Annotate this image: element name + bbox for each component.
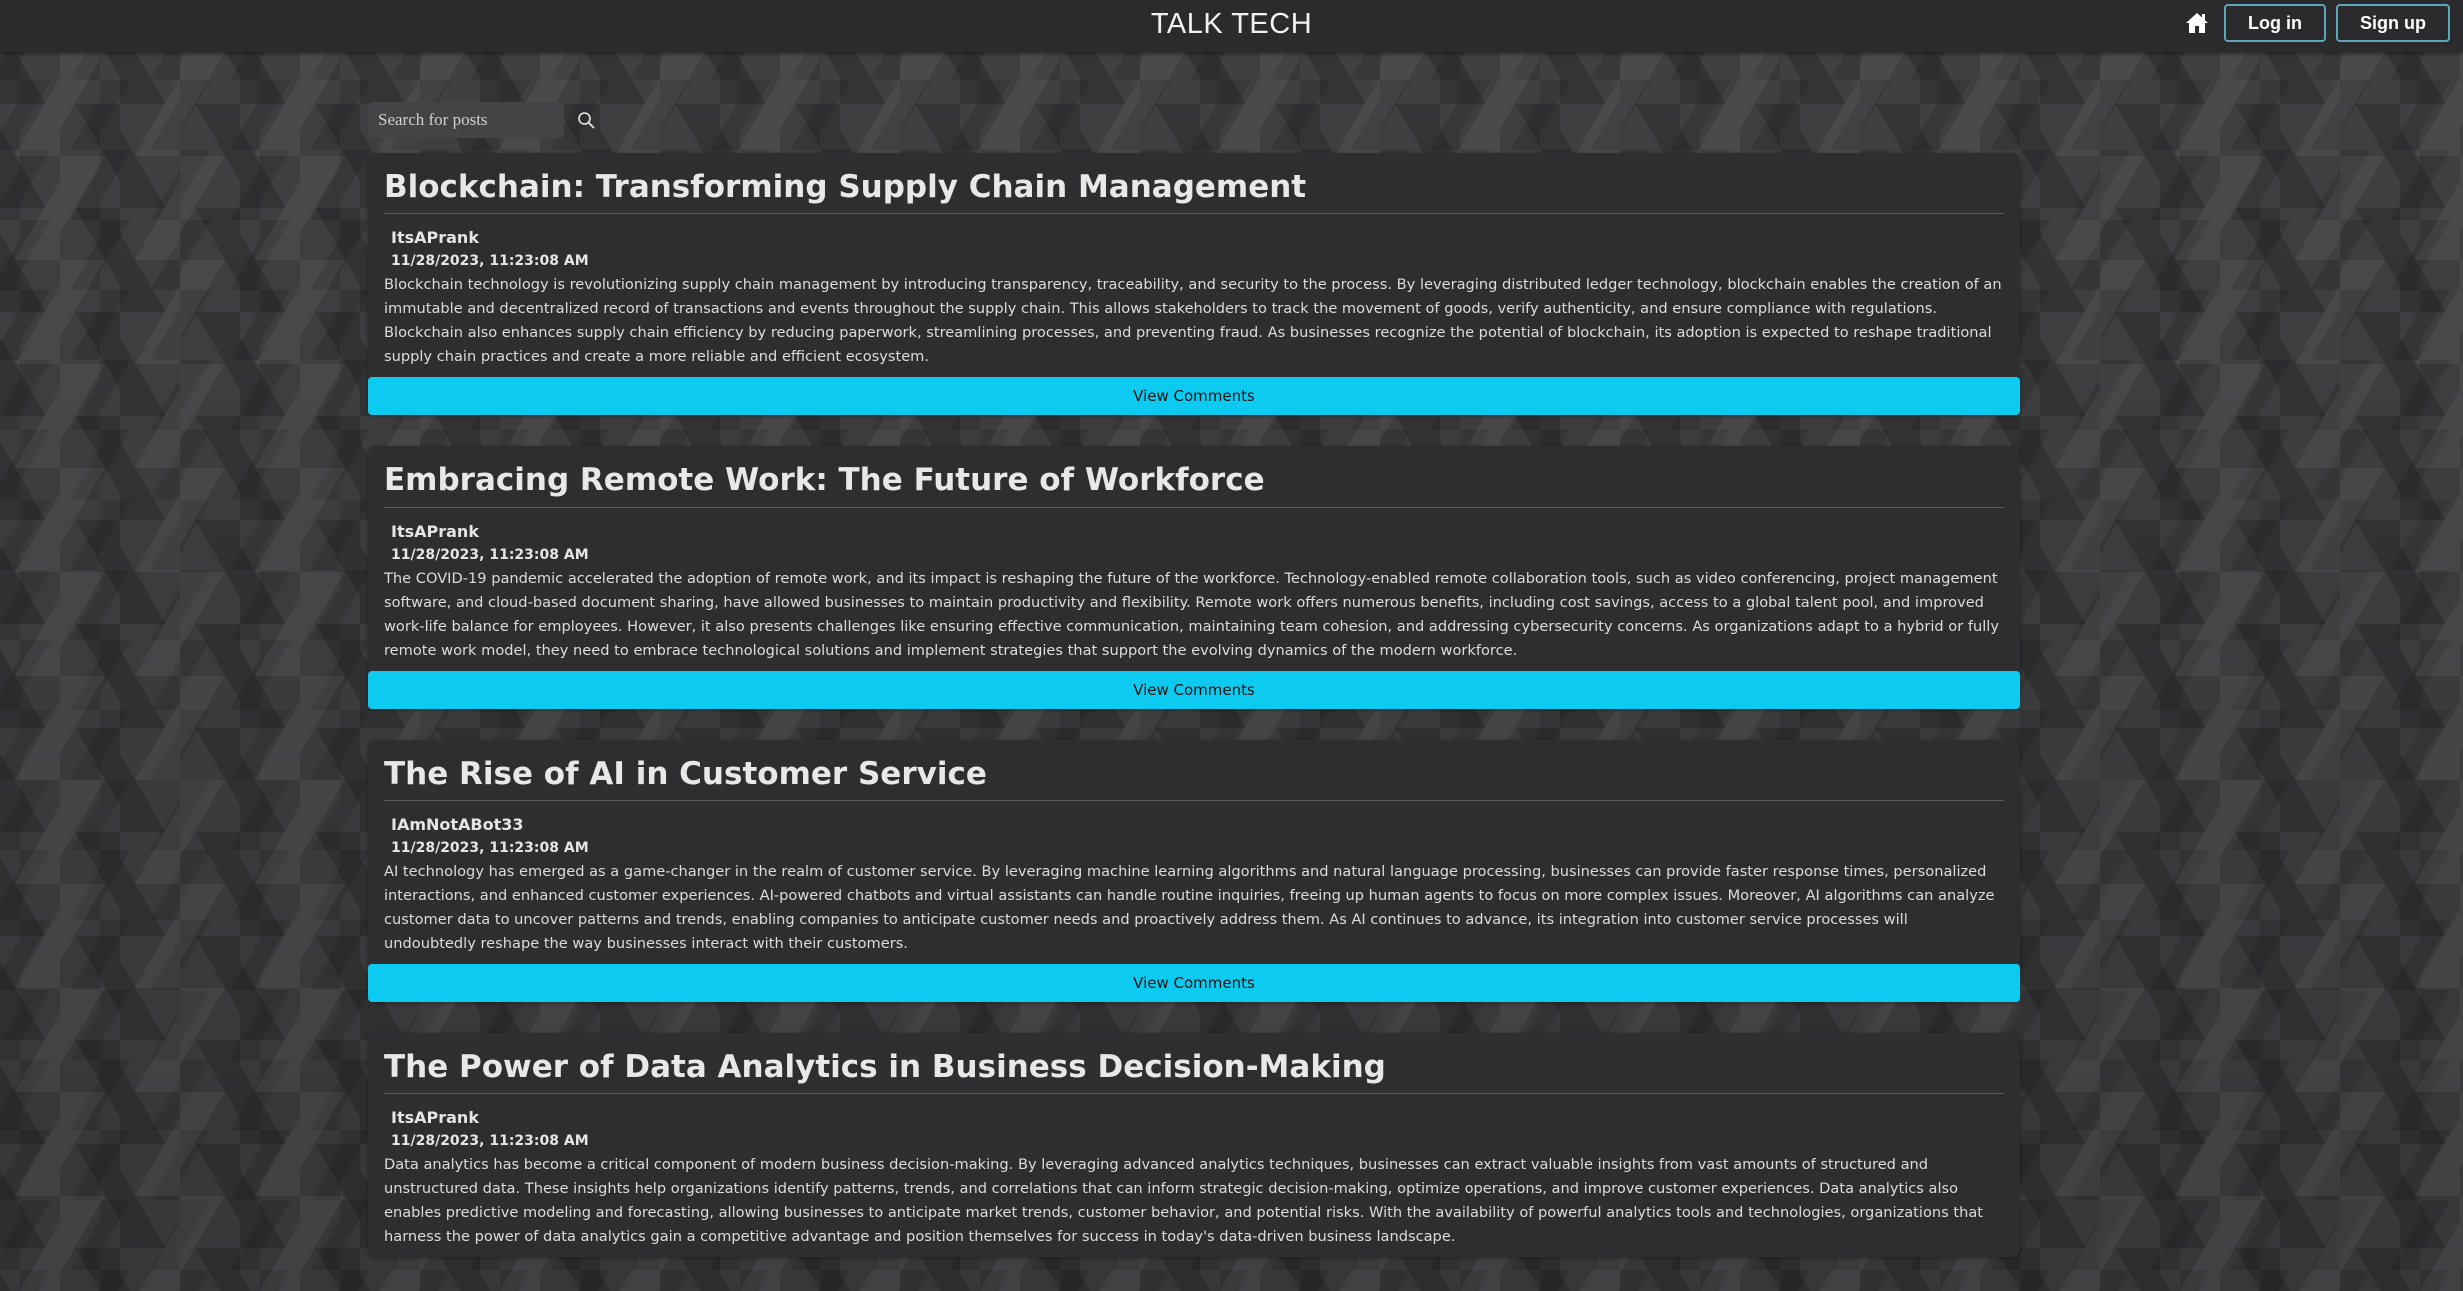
search-icon[interactable] <box>568 102 604 138</box>
post-title: Embracing Remote Work: The Future of Wor… <box>384 460 2004 508</box>
header-actions: Log in Sign up <box>2184 4 2450 42</box>
post-card: The Rise of AI in Customer Service IAmNo… <box>368 739 2020 1002</box>
post-body: AI technology has emerged as a game-chan… <box>384 862 1995 952</box>
post-card: Embracing Remote Work: The Future of Wor… <box>368 446 2020 709</box>
post-author: IAmNotABot33 <box>391 814 524 834</box>
search-input[interactable] <box>368 102 564 138</box>
post-author: ItsAPrank <box>391 521 479 541</box>
posts-list: Blockchain: Transforming Supply Chain Ma… <box>368 153 2020 1258</box>
post-body: Blockchain technology is revolutionizing… <box>384 276 2002 366</box>
post-title: The Rise of AI in Customer Service <box>384 754 2004 801</box>
post-date: 11/28/2023, 11:23:08 AM <box>391 253 589 270</box>
post-body: Data analytics has become a critical com… <box>384 1156 1984 1246</box>
post-card: Blockchain: Transforming Supply Chain Ma… <box>368 153 2020 416</box>
signup-button[interactable]: Sign up <box>2336 4 2450 42</box>
post-date: 11/28/2023, 11:23:08 AM <box>391 546 589 563</box>
view-comments-button[interactable]: View Comments <box>368 963 2020 1002</box>
login-button[interactable]: Log in <box>2224 4 2326 42</box>
top-navbar: TALK TECH Log in Sign up <box>0 0 2463 52</box>
post-date: 11/28/2023, 11:23:08 AM <box>391 1133 589 1150</box>
post-author: ItsAPrank <box>391 1108 479 1128</box>
post-title: The Power of Data Analytics in Business … <box>384 1047 2004 1095</box>
post-body: The COVID-19 pandemic accelerated the ad… <box>384 569 1999 659</box>
home-icon[interactable] <box>2184 10 2210 36</box>
site-title[interactable]: TALK TECH <box>0 8 2463 41</box>
post-author: ItsAPrank <box>391 228 479 248</box>
view-comments-button[interactable]: View Comments <box>368 377 2020 416</box>
post-date: 11/28/2023, 11:23:08 AM <box>391 839 589 856</box>
post-card: The Power of Data Analytics in Business … <box>368 1032 2020 1258</box>
search-bar <box>368 102 604 138</box>
view-comments-button[interactable]: View Comments <box>368 670 2020 709</box>
post-title: Blockchain: Transforming Supply Chain Ma… <box>384 167 2004 215</box>
